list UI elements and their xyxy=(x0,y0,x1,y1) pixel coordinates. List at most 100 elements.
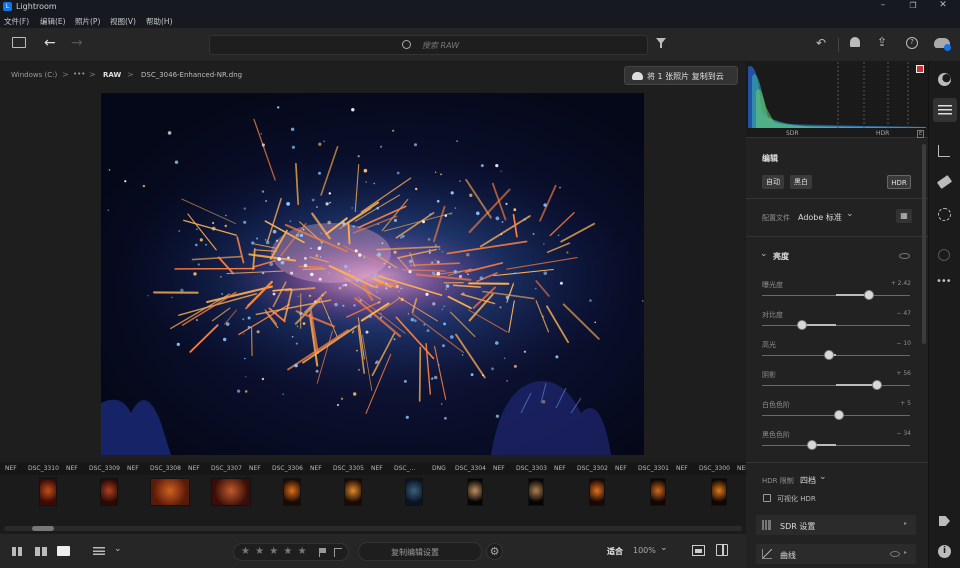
filmstrip: NEF DSC_3310 NEF DSC_3309 NEF DSC_3308 NEF DSC_… xyxy=(0,460,749,534)
slider-track[interactable] xyxy=(762,355,910,356)
maximize-icon[interactable]: ❐ xyxy=(906,1,920,10)
slider-track[interactable] xyxy=(762,325,910,326)
curve-eye-icon[interactable] xyxy=(890,551,900,557)
info-icon[interactable]: i xyxy=(938,545,951,558)
panel-toggle-icon[interactable] xyxy=(12,37,26,48)
chevron-down-icon[interactable]: ⌄ xyxy=(114,544,122,554)
filmstrip-scrollbar[interactable] xyxy=(4,526,742,531)
filter-icon[interactable] xyxy=(656,38,666,48)
filmstrip-thumbnail[interactable] xyxy=(467,478,483,506)
slider-knob[interactable] xyxy=(796,320,807,330)
masking-icon[interactable] xyxy=(938,208,951,221)
menu-view[interactable]: 视图(V) xyxy=(110,16,136,27)
menu-bar: 文件(F) 编辑(E) 照片(P) 视图(V) 帮助(H) xyxy=(0,14,960,28)
profile-dropdown[interactable]: Adobe 标准 xyxy=(798,212,842,223)
black-white-button[interactable]: 黑白 xyxy=(790,175,812,189)
slider-knob[interactable] xyxy=(807,440,818,450)
filmstrip-thumbnail[interactable] xyxy=(589,478,605,506)
copy-to-cloud-button[interactable]: 将 1 张照片 复制到云 xyxy=(624,66,738,85)
zoom-dropdown-icon[interactable]: ⌄ xyxy=(660,543,668,553)
slider-value[interactable]: − 10 xyxy=(866,340,911,347)
filmstrip-thumbnail[interactable] xyxy=(211,478,251,506)
star-rating[interactable]: ★ ★ ★ ★ ★ xyxy=(241,546,308,557)
filmstrip-thumbnail[interactable] xyxy=(405,478,423,506)
eye-icon[interactable] xyxy=(899,253,910,259)
menu-edit[interactable]: 编辑(E) xyxy=(40,16,66,27)
hdr-limit-chevron-icon[interactable]: ⌄ xyxy=(819,472,827,482)
slider-knob[interactable] xyxy=(863,290,874,300)
histogram: SDR HDR E xyxy=(746,62,928,138)
history-icon[interactable] xyxy=(938,249,950,261)
curve-row[interactable]: 曲线 ▸ xyxy=(756,544,916,564)
search-input[interactable]: 搜索 RAW xyxy=(422,40,459,51)
panel-scrollbar[interactable] xyxy=(922,144,926,344)
reject-flag-icon[interactable] xyxy=(334,548,342,557)
detail-view-icon[interactable] xyxy=(57,546,70,556)
slider-knob[interactable] xyxy=(872,380,883,390)
cloud-upload-icon xyxy=(632,72,643,80)
crop-icon[interactable] xyxy=(938,145,950,157)
help-icon[interactable]: ? xyxy=(906,37,918,49)
more-options-icon[interactable]: ••• xyxy=(936,276,952,287)
filmstrip-thumbnail[interactable] xyxy=(150,478,190,506)
slider-knob[interactable] xyxy=(833,410,844,420)
healing-icon[interactable] xyxy=(936,174,953,190)
filmstrip-thumbnail[interactable] xyxy=(344,478,362,506)
filmstrip-thumbnail[interactable] xyxy=(528,478,544,506)
before-after-icon[interactable] xyxy=(692,545,705,556)
bell-icon[interactable] xyxy=(850,37,860,47)
visualize-hdr-checkbox[interactable] xyxy=(763,494,771,502)
slider-value[interactable]: − 34 xyxy=(866,430,911,437)
profile-chevron-icon[interactable]: ⌄ xyxy=(846,209,854,219)
zoom-level[interactable]: 100% xyxy=(633,546,656,555)
filmstrip-thumbnail[interactable] xyxy=(283,478,301,506)
light-collapse-icon[interactable]: ⌄ xyxy=(760,249,768,259)
slider-knob[interactable] xyxy=(823,350,834,360)
main-photo[interactable] xyxy=(101,93,644,455)
compare-icon[interactable] xyxy=(716,544,728,556)
breadcrumb-more[interactable]: ••• xyxy=(73,70,85,78)
arrow-right-icon[interactable]: → xyxy=(71,35,83,51)
slider-value[interactable]: + 2.42 xyxy=(866,280,911,287)
breadcrumb-drive[interactable]: Windows (C:) xyxy=(11,71,57,79)
breadcrumb-folder[interactable]: RAW xyxy=(103,71,121,79)
slider-track[interactable] xyxy=(762,445,910,446)
menu-file[interactable]: 文件(F) xyxy=(4,16,29,27)
edit-sliders-icon[interactable] xyxy=(933,98,957,122)
histogram-clip-warning-icon[interactable] xyxy=(916,65,924,73)
filmstrip-thumbnail[interactable] xyxy=(711,478,727,506)
grid-view-icon[interactable] xyxy=(12,547,23,556)
menu-help[interactable]: 帮助(H) xyxy=(146,16,173,27)
filmstrip-scroll-thumb[interactable] xyxy=(32,526,54,531)
breadcrumb-file: DSC_3046-Enhanced-NR.dng xyxy=(141,71,243,79)
flag-icon[interactable] xyxy=(319,548,327,557)
sdr-settings-row[interactable]: SDR 设置 ▸ xyxy=(756,515,916,535)
auto-button[interactable]: 自动 xyxy=(762,175,784,189)
arrow-left-icon[interactable]: ← xyxy=(44,35,56,51)
square-grid-icon[interactable] xyxy=(35,547,47,556)
copy-edit-settings-button[interactable]: 复制编辑设置 xyxy=(358,542,482,561)
fit-label[interactable]: 适合 xyxy=(607,546,623,557)
menu-photo[interactable]: 照片(P) xyxy=(75,16,100,27)
filmstrip-thumbnail[interactable] xyxy=(39,478,57,506)
slider-value[interactable]: − 47 xyxy=(866,310,911,317)
undo-icon[interactable]: ↶ xyxy=(816,36,826,50)
sort-icon[interactable] xyxy=(93,547,105,555)
settings-gear-icon[interactable]: ⚙ xyxy=(486,543,503,560)
close-icon[interactable]: ✕ xyxy=(936,0,950,10)
light-section-title[interactable]: 亮度 xyxy=(773,251,789,262)
slider-value[interactable]: + 56 xyxy=(866,370,911,377)
filmstrip-type-badge: NEF xyxy=(310,465,322,472)
search-bar[interactable]: 搜索 RAW xyxy=(209,35,648,55)
filmstrip-thumbnail[interactable] xyxy=(650,478,666,506)
slider-value[interactable]: + 5 xyxy=(866,400,911,407)
filmstrip-thumbnail[interactable] xyxy=(100,478,118,506)
slider-label: 高光 xyxy=(762,341,776,349)
presets-icon[interactable] xyxy=(938,73,951,86)
minimize-icon[interactable]: – xyxy=(876,0,890,10)
hdr-limit-dropdown[interactable]: 四档 xyxy=(800,475,816,486)
share-icon[interactable]: ⇪ xyxy=(877,35,887,49)
hdr-button[interactable]: HDR xyxy=(887,175,911,189)
profile-browser-icon[interactable]: ▦ xyxy=(896,209,912,223)
tag-icon[interactable] xyxy=(939,516,950,526)
